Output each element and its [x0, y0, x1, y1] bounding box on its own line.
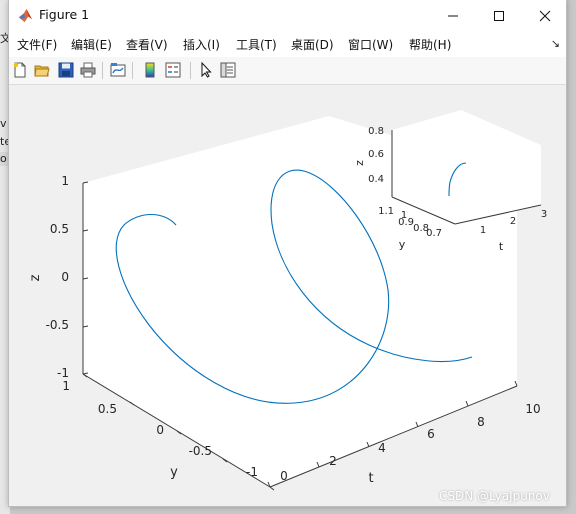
inset-z-tick-label: 0.4: [368, 174, 384, 185]
window-title: Figure 1: [39, 7, 90, 22]
inset-z-axis-label: z: [353, 160, 366, 166]
inset-y-tick-label: 0.7: [426, 228, 442, 239]
y-axis-label: y: [170, 465, 178, 480]
menu-file[interactable]: 文件(F): [17, 36, 57, 53]
menu-edit[interactable]: 编辑(E): [71, 36, 112, 53]
save-icon[interactable]: [58, 62, 74, 78]
inset-y-axis-label: y: [399, 238, 406, 251]
inset-z-tick-label: 0.6: [368, 149, 384, 160]
figure-toolbar: [9, 57, 566, 85]
x-tick-label: 0: [280, 469, 288, 483]
minimize-icon: [448, 15, 458, 16]
menu-desktop[interactable]: 桌面(D): [291, 36, 334, 53]
toolbar-separator: [102, 62, 103, 79]
y-tick-label: 0: [156, 423, 164, 437]
toolbar-separator: [132, 62, 133, 79]
open-file-icon[interactable]: [34, 62, 50, 78]
edit-plot-cursor-icon[interactable]: [198, 62, 214, 78]
link-plot-icon[interactable]: [110, 62, 126, 78]
maximize-icon: [494, 10, 504, 21]
plot-svg: 1 0.5 0 -0.5 -1 1 0.5 0 -0.5 -1 0 2 4 6 …: [28, 110, 547, 491]
figure-window: Figure 1 文件(F) 编辑(E) 查看(V) 插入(I) 工具(T) 桌…: [8, 0, 567, 507]
x-axis-label: t: [368, 471, 373, 486]
inset-x-tick-label: 3: [541, 209, 547, 220]
matlab-logo-icon: [18, 8, 33, 23]
y-tick-label: -1: [246, 465, 258, 479]
y-tick-label: 1: [62, 379, 70, 393]
menu-view[interactable]: 查看(V): [126, 36, 168, 53]
minimize-button[interactable]: [430, 0, 476, 31]
new-figure-icon[interactable]: [12, 62, 28, 78]
close-button[interactable]: [522, 0, 566, 31]
toolbar-separator: [190, 62, 191, 79]
x-tick-label: 4: [378, 441, 386, 455]
maximize-button[interactable]: [476, 0, 522, 31]
x-tick-label: 8: [477, 415, 485, 429]
inset-x-axis-label: t: [499, 240, 504, 253]
menu-insert[interactable]: 插入(I): [183, 36, 220, 53]
z-tick-label: -0.5: [46, 318, 69, 332]
inset-z-tick-label: 0.8: [368, 126, 384, 137]
menu-bar: 文件(F) 编辑(E) 查看(V) 插入(I) 工具(T) 桌面(D) 窗口(W…: [9, 31, 566, 57]
z-tick-label: 1: [61, 174, 69, 188]
x-tick-label: 6: [427, 427, 435, 441]
title-bar[interactable]: Figure 1: [9, 0, 566, 31]
colorbar-icon[interactable]: [142, 62, 158, 78]
y-tick-label: 0.5: [98, 402, 117, 416]
property-inspector-icon[interactable]: [220, 62, 236, 78]
y-tick-label: -0.5: [189, 444, 212, 458]
x-tick-label: 2: [329, 454, 337, 468]
z-axis-label: z: [28, 274, 43, 281]
menu-tools[interactable]: 工具(T): [236, 36, 277, 53]
inset-y-tick-label: 1.1: [378, 206, 394, 217]
menu-help[interactable]: 帮助(H): [409, 36, 451, 53]
inset-y-tick-label: 0.9: [398, 217, 414, 228]
background-text-fragment: o: [0, 152, 7, 165]
menu-window[interactable]: 窗口(W): [348, 36, 393, 53]
chevron-icon[interactable]: ↘: [551, 37, 560, 50]
x-tick-label: 10: [525, 402, 540, 416]
watermark-text: CSDN @LyaJpunov: [439, 489, 550, 503]
z-tick-label: -1: [57, 366, 69, 380]
legend-icon[interactable]: [165, 62, 181, 78]
inset-x-tick-label: 2: [510, 216, 516, 227]
z-tick-label: 0: [61, 270, 69, 284]
close-icon: [539, 10, 551, 21]
background-text-fragment: v: [0, 117, 7, 130]
figure-canvas[interactable]: 1 0.5 0 -0.5 -1 1 0.5 0 -0.5 -1 0 2 4 6 …: [9, 85, 566, 506]
z-tick-label: 0.5: [50, 222, 69, 236]
inset-x-tick-label: 1: [480, 225, 486, 236]
print-icon[interactable]: [80, 62, 96, 78]
